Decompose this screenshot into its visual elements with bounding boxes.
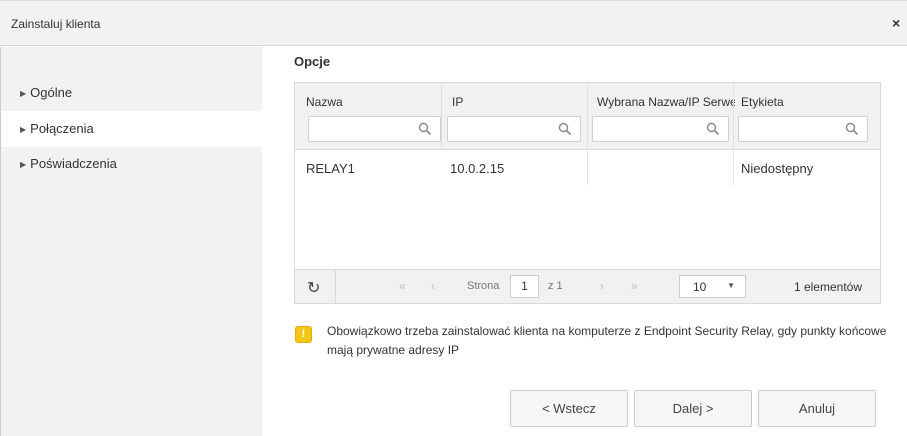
pager: ↻ « ‹ Strona 1 z 1 › » 10 ▼ 1 elementów (295, 269, 880, 304)
page-label: Strona (467, 280, 500, 292)
sidebar-item-label: Połączenia (30, 121, 94, 136)
column-header-server[interactable]: Wybrana Nazwa/IP Serwera (597, 95, 735, 109)
back-button[interactable]: < Wstecz (510, 390, 628, 427)
next-page-icon[interactable]: › (600, 279, 604, 293)
page-number-input[interactable]: 1 (510, 275, 539, 298)
refresh-icon[interactable]: ↻ (307, 278, 320, 298)
page-of-label: z 1 (548, 280, 563, 292)
column-divider[interactable] (733, 83, 734, 150)
chevron-down-icon: ▼ (727, 281, 735, 290)
sidebar-item-label: Ogólne (30, 85, 73, 100)
sidebar: ▶ Ogólne ▶ Połączenia ▶ Poświadczenia (0, 47, 262, 436)
sidebar-item-label: Poświadczenia (30, 156, 117, 171)
column-divider[interactable] (441, 83, 442, 150)
filter-server-input[interactable] (592, 116, 729, 142)
filter-etykieta-input[interactable] (738, 116, 868, 142)
pager-divider (335, 270, 336, 304)
item-count: 1 elementów (793, 280, 862, 294)
search-icon (558, 122, 572, 136)
search-icon (706, 122, 720, 136)
warning-icon: ! (295, 326, 312, 343)
row-divider (733, 151, 734, 185)
caret-right-icon: ▶ (20, 125, 27, 134)
column-header-etykieta[interactable]: Etykieta (741, 95, 876, 109)
column-divider[interactable] (587, 83, 588, 150)
cell-ip: 10.0.2.15 (450, 161, 505, 176)
page-size-value: 10 (693, 280, 707, 294)
caret-right-icon: ▶ (20, 89, 27, 98)
last-page-icon[interactable]: » (631, 279, 638, 293)
warning-text: Obowiązkowo trzeba zainstalować klienta … (327, 324, 887, 357)
filter-ip-input[interactable] (447, 116, 581, 142)
column-header-ip[interactable]: IP (452, 95, 587, 109)
cell-nazwa: RELAY1 (306, 161, 355, 176)
close-icon[interactable]: × (892, 15, 900, 31)
sidebar-item-poswiadczenia[interactable]: ▶ Poświadczenia (1, 146, 262, 182)
cell-etykieta: Niedostępny (741, 161, 814, 176)
page-size-select[interactable]: 10 ▼ (679, 275, 746, 298)
filter-nazwa-input[interactable] (308, 116, 441, 142)
grid-header: Nazwa IP Wybrana Nazwa/IP Serwera Etykie… (295, 83, 880, 150)
dialog-titlebar: Zainstaluj klienta × (0, 0, 907, 46)
prev-page-icon[interactable]: ‹ (431, 279, 435, 293)
row-divider (587, 151, 588, 185)
sidebar-item-ogolne[interactable]: ▶ Ogólne (1, 75, 262, 111)
caret-right-icon: ▶ (20, 160, 27, 169)
relay-grid: Nazwa IP Wybrana Nazwa/IP Serwera Etykie… (294, 82, 881, 304)
install-client-dialog: Zainstaluj klienta × ▶ Ogólne ▶ Połączenia… (0, 0, 907, 436)
cancel-button[interactable]: Anuluj (758, 390, 876, 427)
sidebar-item-polaczenia[interactable]: ▶ Połączenia (1, 111, 262, 147)
next-button[interactable]: Dalej > (634, 390, 752, 427)
first-page-icon[interactable]: « (399, 279, 406, 293)
column-header-nazwa[interactable]: Nazwa (306, 95, 441, 109)
dialog-title: Zainstaluj klienta (11, 17, 101, 31)
section-title: Opcje (294, 54, 331, 69)
search-icon (418, 122, 432, 136)
search-icon (845, 122, 859, 136)
